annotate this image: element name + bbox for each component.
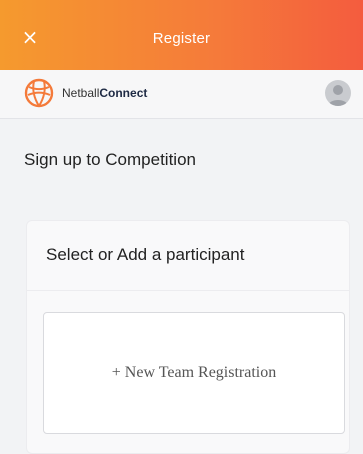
titlebar: × Register (0, 0, 363, 70)
card-divider (27, 290, 349, 291)
page-heading: Sign up to Competition (24, 150, 196, 169)
page-title: Register (152, 30, 211, 47)
new-team-registration-button[interactable]: + New Team Registration (43, 312, 345, 434)
brand-prefix: Netball (62, 86, 100, 100)
user-avatar-icon (328, 85, 348, 106)
user-avatar-button[interactable] (325, 80, 351, 106)
brand-suffix: Connect (99, 86, 148, 100)
netball-icon (24, 78, 54, 108)
new-team-registration-label: + New Team Registration (111, 364, 277, 381)
app-header (0, 70, 363, 119)
brand-name: NetballConnect (62, 86, 147, 100)
participant-card-title: Select or Add a participant (46, 245, 245, 264)
